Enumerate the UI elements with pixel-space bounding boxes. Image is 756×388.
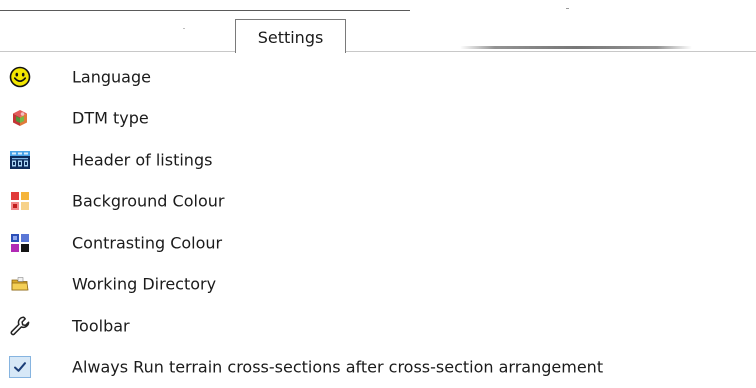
menu-item-label: Contrasting Colour (72, 233, 222, 252)
menubar-mark (566, 8, 569, 9)
menubar-separator-blur (460, 46, 692, 49)
wrench-icon (8, 314, 32, 338)
folder-icon (8, 272, 32, 296)
menu-item-language[interactable]: Language (0, 56, 756, 98)
smiley-icon (8, 65, 32, 89)
menu-bar: Settings (0, 0, 756, 52)
menu-item-label: Background Colour (72, 192, 224, 211)
background-colour-icon (8, 189, 32, 213)
menu-item-label: DTM type (72, 109, 149, 128)
checkbox[interactable] (8, 355, 32, 379)
menu-item-label: Header of listings (72, 150, 212, 169)
menu-item-label: Toolbar (72, 316, 130, 335)
dtm-cube-icon (8, 106, 32, 130)
menu-item-always-run-terrain-cross-sections[interactable]: Always Run terrain cross-sections after … (0, 347, 756, 388)
menu-item-background-colour[interactable]: Background Colour (0, 181, 756, 223)
listing-header-icon (8, 148, 32, 172)
checkmark-icon (13, 361, 27, 373)
menu-item-toolbar[interactable]: Toolbar (0, 305, 756, 347)
menubar-divider (0, 10, 410, 11)
menu-item-dtm-type[interactable]: DTM type (0, 98, 756, 140)
menu-item-label: Always Run terrain cross-sections after … (72, 358, 603, 377)
menu-item-label: Language (72, 67, 151, 86)
menubar-bottom-border (0, 51, 756, 52)
menu-item-contrasting-colour[interactable]: Contrasting Colour (0, 222, 756, 264)
tab-settings[interactable]: Settings (235, 19, 346, 53)
menu-item-header-of-listings[interactable]: Header of listings (0, 139, 756, 181)
menu-item-working-directory[interactable]: Working Directory (0, 264, 756, 306)
settings-menu: Language DTM type (0, 56, 756, 388)
menu-item-label: Working Directory (72, 275, 216, 294)
menubar-mark (183, 28, 185, 29)
contrasting-colour-icon (8, 231, 32, 255)
